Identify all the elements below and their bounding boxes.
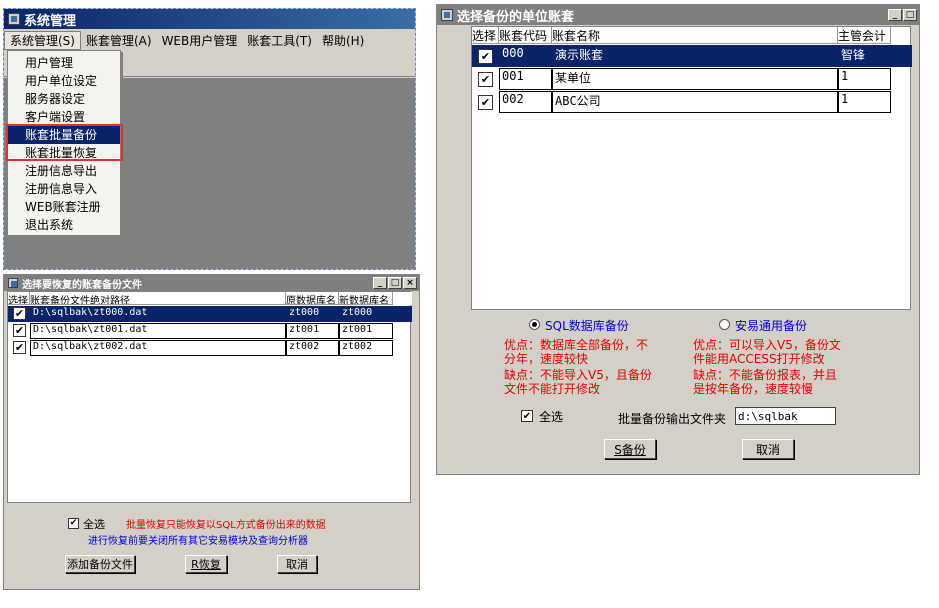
file-path-cell[interactable]: D:\sqlbak\zt002.dat <box>30 340 286 356</box>
table-row[interactable]: ✔ D:\sqlbak\zt000.dat zt000 zt000 <box>8 306 412 322</box>
row-checkbox[interactable]: ✔ <box>13 307 26 320</box>
col-select: 选择 <box>472 27 499 44</box>
new-db-cell[interactable]: zt002 <box>339 340 393 356</box>
restore-note-1: 批量恢复只能恢复以SQL方式备份出来的数据 <box>126 520 326 531</box>
restore-dialog-icon <box>8 278 18 288</box>
file-path-cell[interactable]: D:\sqlbak\zt001.dat <box>30 323 286 339</box>
account-code-cell[interactable]: 002 <box>499 91 552 113</box>
menu-tools[interactable]: 账套工具(T) <box>242 32 317 49</box>
select-all-label: 全选 <box>539 410 564 424</box>
backup-dialog: 选择备份的单位账套 _ □ 选择 账套代码 账套名称 主管会计 ✔ 000 演示… <box>436 4 920 475</box>
account-name-cell[interactable]: ABC公司 <box>552 91 838 113</box>
account-code-cell[interactable]: 001 <box>499 68 552 90</box>
minimize-icon[interactable]: _ <box>373 277 387 289</box>
general-pros-text: 优点：可以导入V5，备份文件能用ACCESS打开修改 <box>693 338 841 366</box>
menu-item-exit[interactable]: 退出系统 <box>8 216 120 234</box>
maximize-icon[interactable]: □ <box>903 9 917 21</box>
menu-accounts[interactable]: 账套管理(A) <box>81 32 157 49</box>
menu-item-web-register[interactable]: WEB账套注册 <box>8 198 120 216</box>
restore-note-2: 进行恢复前要关闭所有其它安易模块及查询分析器 <box>88 536 308 547</box>
accountant-cell[interactable]: 1 <box>838 91 891 113</box>
close-icon[interactable]: × <box>403 277 417 289</box>
sql-cons-text: 缺点：不能导入V5，且备份文件不能打开修改 <box>504 368 652 396</box>
menu-item-reg-import[interactable]: 注册信息导入 <box>8 180 120 198</box>
radio-general-backup[interactable] <box>719 319 730 330</box>
minimize-icon[interactable]: _ <box>888 9 902 21</box>
backup-button[interactable]: S备份 <box>604 439 656 459</box>
table-row[interactable]: ✔ 000 演示账套 智锋 <box>472 45 912 67</box>
menu-item-user-unit[interactable]: 用户单位设定 <box>8 72 120 90</box>
account-name-cell[interactable]: 演示账套 <box>552 45 838 67</box>
output-folder-label: 批量备份输出文件夹 <box>618 412 727 426</box>
col-account-name: 账套名称 <box>552 27 838 44</box>
menu-help[interactable]: 帮助(H) <box>317 32 369 49</box>
account-code-cell[interactable]: 000 <box>499 45 552 67</box>
table-row[interactable]: ✔ D:\sqlbak\zt001.dat zt001 zt001 <box>8 323 412 339</box>
col-orig-db: 原数据库名 <box>286 292 339 305</box>
col-new-db: 新数据库名 <box>339 292 393 305</box>
row-checkbox[interactable]: ✔ <box>13 324 26 337</box>
radio-dot-icon <box>532 322 537 327</box>
file-path-cell[interactable]: D:\sqlbak\zt000.dat <box>30 306 286 322</box>
grid-header: 选择 账套代码 账套名称 主管会计 <box>472 27 912 44</box>
backup-dialog-titlebar[interactable]: 选择备份的单位账套 _ □ <box>437 5 919 25</box>
output-folder-input[interactable] <box>735 407 836 425</box>
new-db-cell[interactable]: zt001 <box>339 323 393 339</box>
restore-dialog-title: 选择要恢复的账套备份文件 <box>22 279 142 291</box>
annotation-highlight-box <box>6 124 123 161</box>
app-icon <box>8 13 20 25</box>
grid-header: 选择 账套备份文件绝对路径 原数据库名 新数据库名 <box>8 292 412 305</box>
new-db-cell[interactable]: zt000 <box>339 306 393 322</box>
menu-system[interactable]: 系统管理(S) <box>4 30 81 50</box>
restore-cancel-button[interactable]: 取消 <box>277 555 317 573</box>
menu-item-reg-export[interactable]: 注册信息导出 <box>8 162 120 180</box>
table-row[interactable]: ✔ D:\sqlbak\zt002.dat zt002 zt002 <box>8 340 412 356</box>
select-all-checkbox[interactable]: ✔ <box>68 518 79 529</box>
row-checkbox[interactable]: ✔ <box>478 72 493 87</box>
maximize-icon[interactable]: □ <box>388 277 402 289</box>
row-checkbox[interactable]: ✔ <box>478 95 493 110</box>
orig-db-cell[interactable]: zt000 <box>286 306 339 322</box>
col-accountant: 主管会计 <box>838 27 891 44</box>
restore-dialog-titlebar[interactable]: 选择要恢复的账套备份文件 _ □ × <box>4 275 419 291</box>
radio-general-label[interactable]: 安易通用备份 <box>735 317 807 334</box>
main-window: 系统管理 系统管理(S) 账套管理(A) WEB用户管理 账套工具(T) 帮助(… <box>3 8 416 270</box>
general-cons-text: 缺点：不能备份报表，并且是按年备份，速度较慢 <box>693 368 838 396</box>
orig-db-cell[interactable]: zt002 <box>286 340 339 356</box>
accountant-cell[interactable]: 智锋 <box>838 45 891 67</box>
account-name-cell[interactable]: 某单位 <box>552 68 838 90</box>
restore-file-grid: 选择 账套备份文件绝对路径 原数据库名 新数据库名 ✔ D:\sqlbak\zt… <box>7 291 412 503</box>
add-backup-file-button[interactable]: 添加备份文件 <box>65 555 135 573</box>
menu-web-users[interactable]: WEB用户管理 <box>157 32 243 49</box>
select-all-label: 全选 <box>83 518 105 531</box>
main-window-titlebar[interactable]: 系统管理 <box>4 9 415 29</box>
menubar: 系统管理(S) 账套管理(A) WEB用户管理 账套工具(T) 帮助(H) <box>4 30 415 50</box>
sql-pros-text: 优点：数据库全部备份，不分年，速度较快 <box>504 338 649 366</box>
backup-dialog-icon <box>441 9 453 21</box>
restore-button[interactable]: R恢复 <box>185 555 227 573</box>
table-row[interactable]: ✔ 002 ABC公司 1 <box>472 91 912 113</box>
main-window-title: 系统管理 <box>24 13 77 29</box>
row-checkbox[interactable]: ✔ <box>478 49 493 64</box>
menu-item-user-mgmt[interactable]: 用户管理 <box>8 54 120 72</box>
select-all-checkbox[interactable]: ✔ <box>521 410 533 422</box>
menu-item-server-settings[interactable]: 服务器设定 <box>8 90 120 108</box>
backup-dialog-title: 选择备份的单位账套 <box>457 9 575 25</box>
orig-db-cell[interactable]: zt001 <box>286 323 339 339</box>
account-grid: 选择 账套代码 账套名称 主管会计 ✔ 000 演示账套 智锋 ✔ 001 某单… <box>471 26 912 310</box>
row-checkbox[interactable]: ✔ <box>13 341 26 354</box>
radio-sql-backup[interactable] <box>529 319 540 330</box>
accountant-cell[interactable]: 1 <box>838 68 891 90</box>
col-file-path: 账套备份文件绝对路径 <box>30 292 286 305</box>
col-select: 选择 <box>8 292 30 305</box>
table-row[interactable]: ✔ 001 某单位 1 <box>472 68 912 90</box>
backup-cancel-button[interactable]: 取消 <box>742 439 794 459</box>
radio-sql-label[interactable]: SQL数据库备份 <box>545 317 629 334</box>
col-account-code: 账套代码 <box>499 27 552 44</box>
restore-dialog: 选择要恢复的账套备份文件 _ □ × 选择 账套备份文件绝对路径 原数据库名 新… <box>3 274 420 590</box>
